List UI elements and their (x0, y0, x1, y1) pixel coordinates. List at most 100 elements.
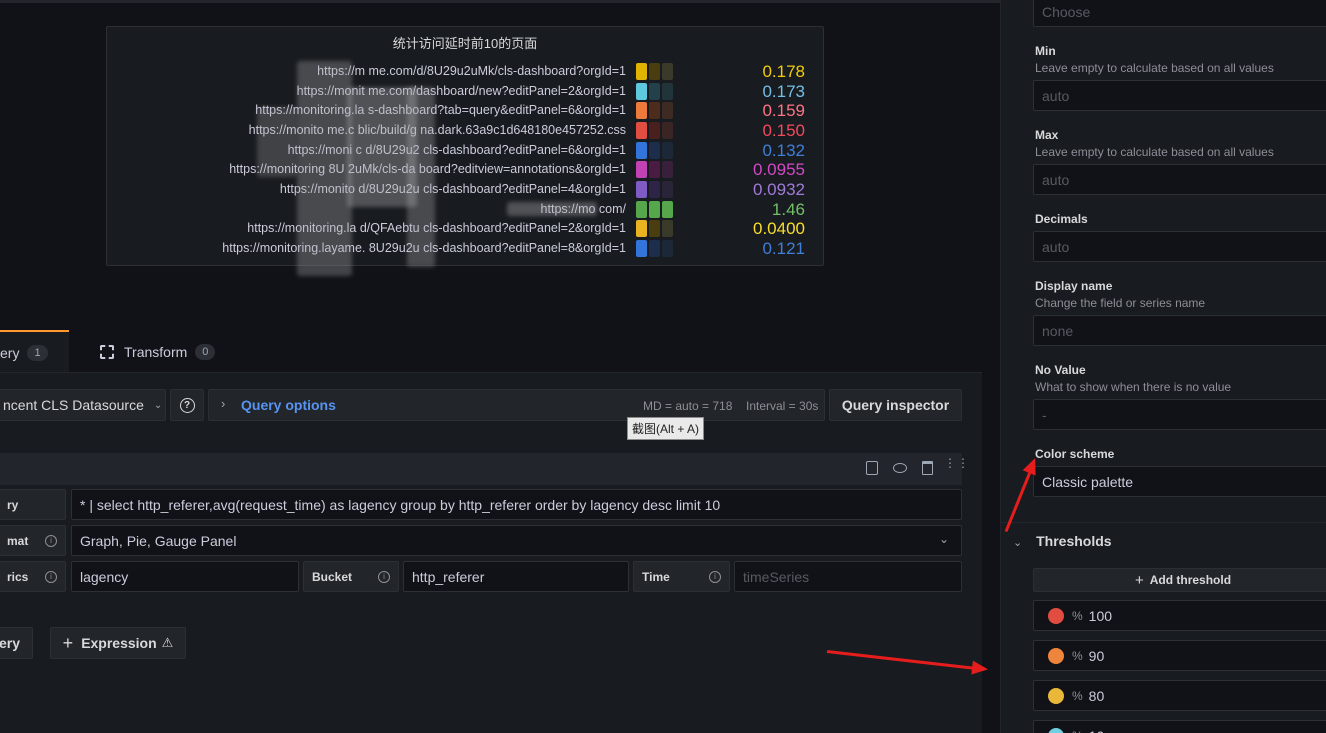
decimals-input-placeholder: auto (1042, 238, 1070, 255)
tab-query[interactable]: ery 1 (0, 330, 69, 374)
bar-cell (662, 83, 673, 100)
query-row-header: ⋮⋮ (0, 453, 969, 485)
query-input[interactable]: * | select http_referer,avg(request_time… (71, 489, 962, 520)
row-bars (636, 142, 673, 159)
bar-gauge-row: https://monito me.c blic/build/g na.dark… (107, 121, 825, 141)
bar-gauge-row: https://moni c d/8U29u2 cls-dashboard?ed… (107, 141, 825, 161)
min-input[interactable]: auto (1033, 80, 1326, 111)
eye-icon[interactable] (893, 463, 907, 473)
max-data-points: MD = auto = 718 (643, 399, 733, 413)
chevron-down-icon: ⌄ (938, 532, 949, 546)
query-inspector-button[interactable]: Query inspector (829, 389, 962, 421)
bar-cell (662, 142, 673, 159)
drag-handle-icon[interactable]: ⋮⋮ (944, 457, 970, 469)
no-value-title: No Value (1035, 363, 1086, 377)
time-label: Time i (633, 561, 730, 592)
bar-cell (636, 102, 647, 119)
time-label-text: Time (642, 569, 670, 584)
row-bars (636, 181, 673, 198)
add-threshold-button[interactable]: + Add threshold (1033, 568, 1326, 592)
tab-transform[interactable]: Transform 0 (100, 330, 216, 374)
bar-cell (662, 63, 673, 80)
datasource-label: ncent CLS Datasource (3, 397, 144, 413)
color-scheme-select[interactable]: Classic palette (1033, 466, 1326, 497)
info-icon: i (378, 570, 390, 583)
time-input[interactable]: timeSeries (734, 561, 962, 592)
percent-symbol: % (1072, 648, 1083, 663)
tab-query-label: ery (0, 345, 20, 361)
threshold-row[interactable]: % 100 (1033, 600, 1326, 631)
unit-select[interactable]: Choose (1033, 0, 1326, 27)
max-description: Leave empty to calculate based on all va… (1035, 145, 1274, 159)
bar-cell (649, 83, 660, 100)
row-value: 1.46 (771, 200, 805, 219)
add-query-button[interactable]: ery (0, 627, 33, 659)
bucket-label: Bucket i (303, 561, 399, 592)
row-bars (636, 240, 673, 257)
bar-gauge-row: https://monitoring.layame. 8U29u2u cls-d… (107, 239, 825, 259)
threshold-color-dot[interactable] (1048, 727, 1064, 733)
bar-gauge-row: https://m me.com/d/8U29u2uMk/cls-dashboa… (107, 62, 825, 82)
bucket-input[interactable]: http_referer (403, 561, 629, 592)
redaction-blur (297, 61, 352, 276)
threshold-color-dot[interactable] (1048, 687, 1064, 704)
bar-cell (662, 102, 673, 119)
display-name-title: Display name (1035, 279, 1113, 293)
threshold-value[interactable]: 80 (1089, 688, 1105, 704)
format-select[interactable]: Graph, Pie, Gauge Panel ⌄ (71, 525, 962, 556)
threshold-row[interactable]: % 10 (1033, 720, 1326, 733)
question-icon: ? (179, 397, 195, 413)
threshold-row[interactable]: % 80 (1033, 680, 1326, 711)
bar-cell (636, 63, 647, 80)
metrics-input-value: lagency (80, 568, 129, 585)
row-value: 0.150 (762, 121, 805, 140)
query-options-bar[interactable]: › Query options MD = auto = 718 Interval… (208, 389, 825, 421)
threshold-color-dot[interactable] (1048, 647, 1064, 664)
field-options-pane: Choose Min Leave empty to calculate base… (1000, 0, 1326, 733)
chevron-down-icon: ⌄ (153, 399, 163, 411)
bar-cell (636, 122, 647, 139)
bar-gauge-row: https://monitoring.la s-dashboard?tab=qu… (107, 101, 825, 121)
color-scheme-value: Classic palette (1042, 473, 1134, 490)
datasource-help-button[interactable]: ? (170, 389, 204, 421)
bar-cell (636, 201, 647, 218)
bar-cell (649, 161, 660, 178)
bar-cell (649, 102, 660, 119)
bar-cell (662, 181, 673, 198)
no-value-input[interactable]: - (1033, 399, 1326, 430)
bar-cell (636, 161, 647, 178)
bar-cell (649, 122, 660, 139)
decimals-input[interactable]: auto (1033, 231, 1326, 262)
threshold-color-dot[interactable] (1048, 607, 1064, 624)
query-tabs: ery 1 Transform 0 (0, 330, 982, 374)
info-icon: i (45, 570, 57, 583)
row-label: https://m me.com/d/8U29u2uMk/cls-dashboa… (317, 64, 626, 78)
metrics-input[interactable]: lagency (71, 561, 299, 592)
row-bars (636, 220, 673, 237)
threshold-value[interactable]: 100 (1089, 608, 1112, 624)
max-input-placeholder: auto (1042, 171, 1070, 188)
threshold-value[interactable]: 90 (1089, 648, 1105, 664)
bar-cell (636, 181, 647, 198)
bar-gauge-row: https://monit me.com/dashboard/new?editP… (107, 82, 825, 102)
tab-transform-count: 0 (195, 344, 216, 360)
copy-icon[interactable] (866, 461, 878, 475)
threshold-value[interactable]: 10 (1089, 728, 1105, 733)
tab-transform-label: Transform (124, 344, 188, 360)
unit-select-placeholder: Choose (1042, 3, 1091, 20)
bucket-label-text: Bucket (312, 569, 353, 584)
format-select-value: Graph, Pie, Gauge Panel (80, 532, 237, 549)
interval: Interval = 30s (746, 399, 819, 413)
trash-icon[interactable] (922, 461, 933, 475)
display-name-input[interactable]: none (1033, 315, 1326, 346)
add-expression-button[interactable]: + Expression ⚠ (50, 627, 186, 659)
datasource-picker[interactable]: ncent CLS Datasource ⌄ (0, 389, 166, 421)
redaction-blur (407, 87, 435, 267)
thresholds-header[interactable]: ⌄ Thresholds (1013, 533, 1112, 549)
threshold-row[interactable]: % 90 (1033, 640, 1326, 671)
percent-symbol: % (1072, 608, 1083, 623)
bar-gauge-row: https://monitoring 8U 2uMk/cls-da board?… (107, 160, 825, 180)
max-input[interactable]: auto (1033, 164, 1326, 195)
no-value-description: What to show when there is no value (1035, 380, 1232, 394)
screenshot-tooltip: 截图(Alt + A) (627, 417, 705, 440)
